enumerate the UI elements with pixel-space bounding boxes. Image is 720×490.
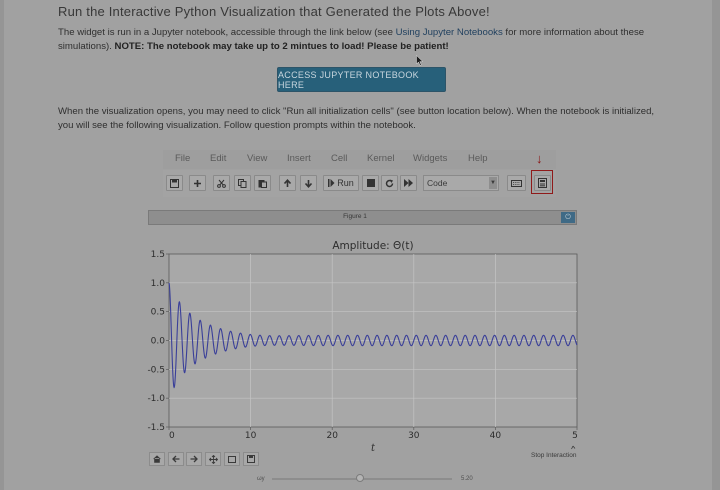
home-icon <box>153 455 161 463</box>
x-tick-label: 30 <box>408 431 420 441</box>
pan-icon <box>208 454 218 464</box>
x-tick-label: 0 <box>169 431 175 441</box>
x-tick-label: 5 <box>572 431 578 441</box>
resize-grip-icon[interactable] <box>571 445 576 450</box>
slider-value: 5.20 <box>461 476 473 482</box>
back-icon <box>172 455 180 463</box>
forward-icon <box>190 455 198 463</box>
y-tick-label: -1.0 <box>147 394 165 404</box>
chart-title: Amplitude: Θ(t) <box>332 240 413 252</box>
pan-button[interactable] <box>205 452 221 466</box>
y-tick-label: -0.5 <box>147 365 165 375</box>
x-tick-label: 10 <box>245 431 257 441</box>
zoom-icon <box>228 455 236 463</box>
y-tick-label: 1.0 <box>151 279 166 289</box>
x-tick-label: 40 <box>490 431 502 441</box>
y-tick-label: 0.0 <box>151 337 166 347</box>
x-tick-label: 20 <box>326 431 338 441</box>
back-button[interactable] <box>168 452 184 466</box>
forward-button[interactable] <box>186 452 202 466</box>
slider-label: ωy <box>257 476 265 482</box>
stop-interaction-link[interactable]: Stop Interaction <box>531 452 577 459</box>
save-figure-icon <box>247 455 255 463</box>
y-tick-label: 1.5 <box>151 250 165 260</box>
home-button[interactable] <box>149 452 165 466</box>
zoom-button[interactable] <box>224 452 240 466</box>
save-figure-button[interactable] <box>243 452 259 466</box>
y-tick-label: 0.5 <box>151 308 165 318</box>
amplitude-chart: 0 10 20 30 40 5 1.5 1.0 0.5 0.0 -0.5 -1.0 -1.5 Ampli… <box>147 240 578 454</box>
y-tick-label: -1.5 <box>147 423 165 433</box>
x-axis-label: t <box>371 443 376 454</box>
